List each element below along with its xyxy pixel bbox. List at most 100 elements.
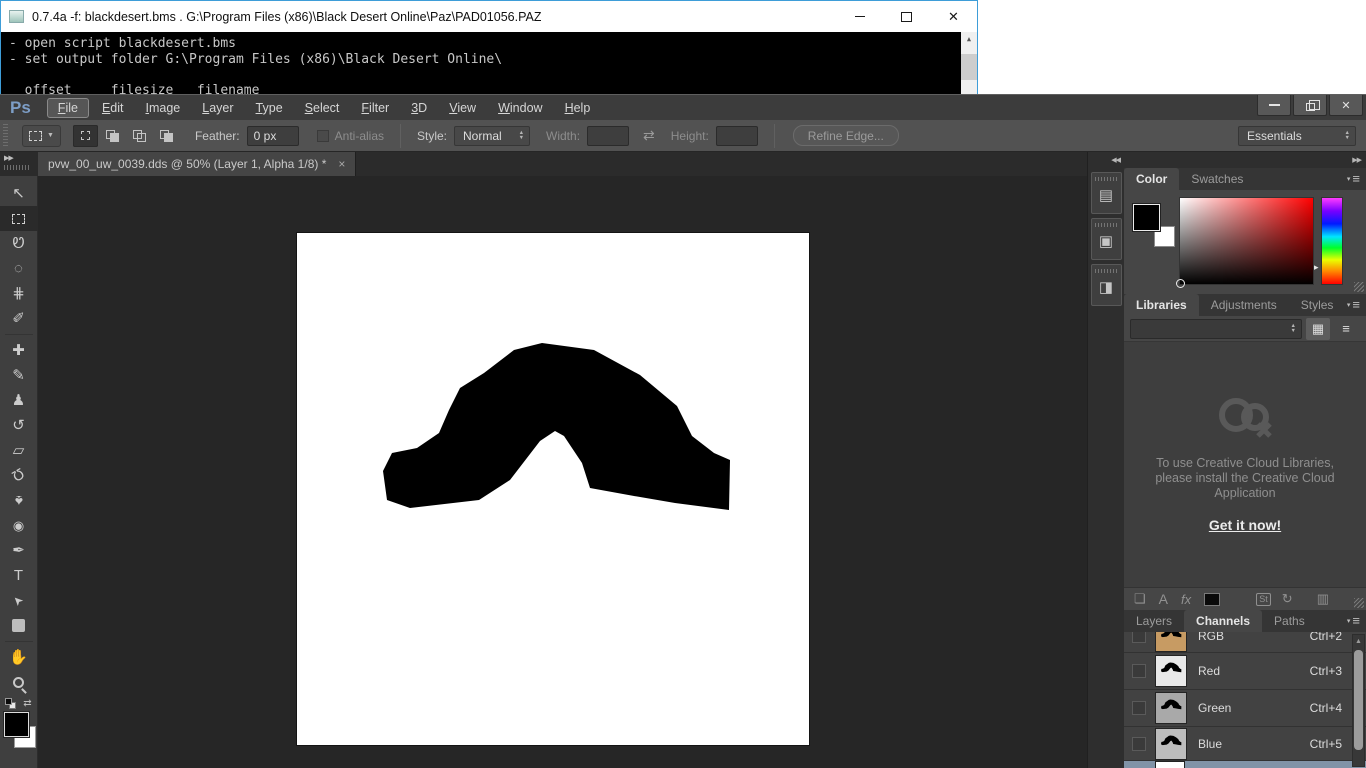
grid-view-button[interactable]: ▦ xyxy=(1306,318,1330,340)
console-minimize-button[interactable] xyxy=(836,1,883,32)
add-character-style-icon[interactable]: A xyxy=(1159,591,1168,607)
menu-view[interactable]: View xyxy=(438,98,487,118)
default-colors-icon[interactable] xyxy=(5,698,16,709)
lasso-tool[interactable]: Ꮼ xyxy=(0,231,38,256)
rectangular-marquee-tool[interactable] xyxy=(0,206,38,231)
tab-paths[interactable]: Paths xyxy=(1262,610,1317,632)
menu-type[interactable]: Type xyxy=(245,98,294,118)
channels-scrollbar-thumb[interactable] xyxy=(1354,650,1363,750)
document-canvas[interactable] xyxy=(297,233,809,745)
tab-swatches[interactable]: Swatches xyxy=(1179,168,1255,190)
eraser-tool[interactable]: ▱ xyxy=(0,438,38,463)
feather-input[interactable] xyxy=(247,126,299,146)
paint-bucket-tool[interactable]: Ʊ xyxy=(0,463,38,488)
spot-healing-brush-tool[interactable]: ✚ xyxy=(0,338,38,363)
tab-layers[interactable]: Layers xyxy=(1124,610,1184,632)
rectangle-tool[interactable] xyxy=(0,613,38,638)
tab-libraries[interactable]: Libraries xyxy=(1124,294,1199,316)
workspace-switcher[interactable]: Essentials ▲ ▼ xyxy=(1238,126,1356,146)
pen-tool[interactable]: ✒ xyxy=(0,538,38,563)
tab-styles[interactable]: Styles xyxy=(1289,294,1346,316)
dock-header[interactable]: ▶▶ xyxy=(1124,152,1366,168)
channel-visibility-checkbox[interactable] xyxy=(1132,632,1146,643)
get-it-now-link[interactable]: Get it now! xyxy=(1209,517,1281,533)
menu-file[interactable]: File xyxy=(47,98,89,118)
channel-visibility-checkbox[interactable] xyxy=(1132,737,1146,751)
move-tool[interactable]: ↖ xyxy=(0,181,38,206)
brush-tool[interactable]: ✎ xyxy=(0,363,38,388)
menu-layer[interactable]: Layer xyxy=(191,98,244,118)
history-panel-button[interactable]: ▤ xyxy=(1091,172,1122,214)
menu-edit[interactable]: Edit xyxy=(91,98,135,118)
add-to-selection-button[interactable] xyxy=(100,125,125,147)
hand-tool[interactable]: ✋ xyxy=(0,645,38,670)
document-close-icon[interactable]: × xyxy=(338,157,345,171)
strip-header[interactable]: ◀◀ xyxy=(1088,152,1124,168)
properties-panel-button[interactable]: ▣ xyxy=(1091,218,1122,260)
tab-adjustments[interactable]: Adjustments xyxy=(1199,294,1289,316)
refine-edge-button[interactable]: Refine Edge... xyxy=(793,125,899,146)
menu-3d[interactable]: 3D xyxy=(400,98,438,118)
color-cursor[interactable] xyxy=(1176,279,1185,288)
expand-icon[interactable]: ▶▶ xyxy=(4,155,38,162)
saturation-brightness-field[interactable] xyxy=(1180,198,1313,284)
panel-resize-gripper[interactable] xyxy=(1354,598,1364,608)
ps-restore-button[interactable] xyxy=(1293,95,1327,116)
console-titlebar[interactable]: 0.7.4a -f: blackdesert.bms . G:\Program … xyxy=(1,1,977,32)
collapse-icon[interactable]: ◀◀ xyxy=(1111,157,1120,164)
add-layer-style-icon[interactable]: fx xyxy=(1181,592,1191,607)
tool-preset-button[interactable]: ▼ xyxy=(22,125,61,147)
channel-row-rgb[interactable]: RGB Ctrl+2 xyxy=(1124,632,1366,653)
canvas-area[interactable] xyxy=(38,176,1087,768)
foreground-color-swatch[interactable] xyxy=(4,712,29,737)
menu-filter[interactable]: Filter xyxy=(350,98,400,118)
swap-colors-icon[interactable]: ⇄ xyxy=(23,698,31,709)
swap-dimensions-icon[interactable]: ⇄ xyxy=(643,127,655,144)
sync-icon[interactable]: ↻ xyxy=(1282,591,1293,607)
tools-gripper[interactable] xyxy=(4,165,30,170)
console-maximize-button[interactable] xyxy=(883,1,930,32)
channel-row-blue[interactable]: Blue Ctrl+5 xyxy=(1124,727,1366,761)
channel-visibility-checkbox[interactable] xyxy=(1132,664,1146,678)
scroll-up-icon[interactable]: ▲ xyxy=(1353,635,1364,648)
dodge-tool[interactable]: ◉ xyxy=(0,513,38,538)
channel-row-red[interactable]: Red Ctrl+3 xyxy=(1124,653,1366,690)
list-view-button[interactable]: ≡ xyxy=(1334,318,1358,340)
path-selection-tool[interactable]: ➤ xyxy=(0,588,38,613)
channel-visibility-checkbox[interactable] xyxy=(1132,701,1146,715)
width-input[interactable] xyxy=(587,126,629,146)
menu-image[interactable]: Image xyxy=(135,98,192,118)
console-scrollbar[interactable]: ▲ xyxy=(961,32,977,95)
hue-slider-marker[interactable]: ▸ xyxy=(1314,262,1319,273)
color-panel-menu-button[interactable]: ▾ ≡ xyxy=(1347,171,1360,186)
ps-minimize-button[interactable] xyxy=(1257,95,1291,116)
options-gripper[interactable] xyxy=(3,124,8,148)
menu-select[interactable]: Select xyxy=(294,98,351,118)
libraries-panel-menu-button[interactable]: ▾ ≡ xyxy=(1347,297,1360,312)
quick-selection-tool[interactable]: ◌ xyxy=(0,256,38,281)
add-graphic-icon[interactable]: ❏ xyxy=(1134,591,1146,607)
crop-tool[interactable]: ⋕ xyxy=(0,281,38,306)
channel-row-alpha-selected[interactable] xyxy=(1124,761,1366,768)
info-panel-button[interactable]: ◨ xyxy=(1091,264,1122,306)
height-input[interactable] xyxy=(716,126,758,146)
adobe-stock-icon[interactable]: St xyxy=(1256,593,1271,606)
channel-row-green[interactable]: Green Ctrl+4 xyxy=(1124,690,1366,727)
panel-resize-gripper[interactable] xyxy=(1354,282,1364,292)
ps-close-button[interactable]: ✕ xyxy=(1329,95,1363,116)
tools-panel-header[interactable]: ▶▶ xyxy=(0,152,38,176)
collapse-dock-icon[interactable]: ▶▶ xyxy=(1352,157,1361,164)
style-dropdown[interactable]: Normal ▲ ▼ xyxy=(454,126,530,146)
antialias-checkbox[interactable] xyxy=(317,130,329,142)
console-scrollbar-thumb[interactable] xyxy=(961,54,977,80)
foreground-color-swatch[interactable] xyxy=(1133,204,1160,231)
library-select-dropdown[interactable]: ▲ ▼ xyxy=(1130,319,1302,339)
scroll-up-icon[interactable]: ▲ xyxy=(961,32,977,46)
menu-window[interactable]: Window xyxy=(487,98,553,118)
channels-panel-menu-button[interactable]: ▾ ≡ xyxy=(1347,613,1360,628)
add-fill-color-swatch[interactable] xyxy=(1204,593,1220,606)
tab-color[interactable]: Color xyxy=(1124,168,1179,190)
history-brush-tool[interactable]: ↺ xyxy=(0,413,38,438)
tab-channels[interactable]: Channels xyxy=(1184,610,1262,632)
blur-tool[interactable]: ♠ xyxy=(0,488,38,513)
